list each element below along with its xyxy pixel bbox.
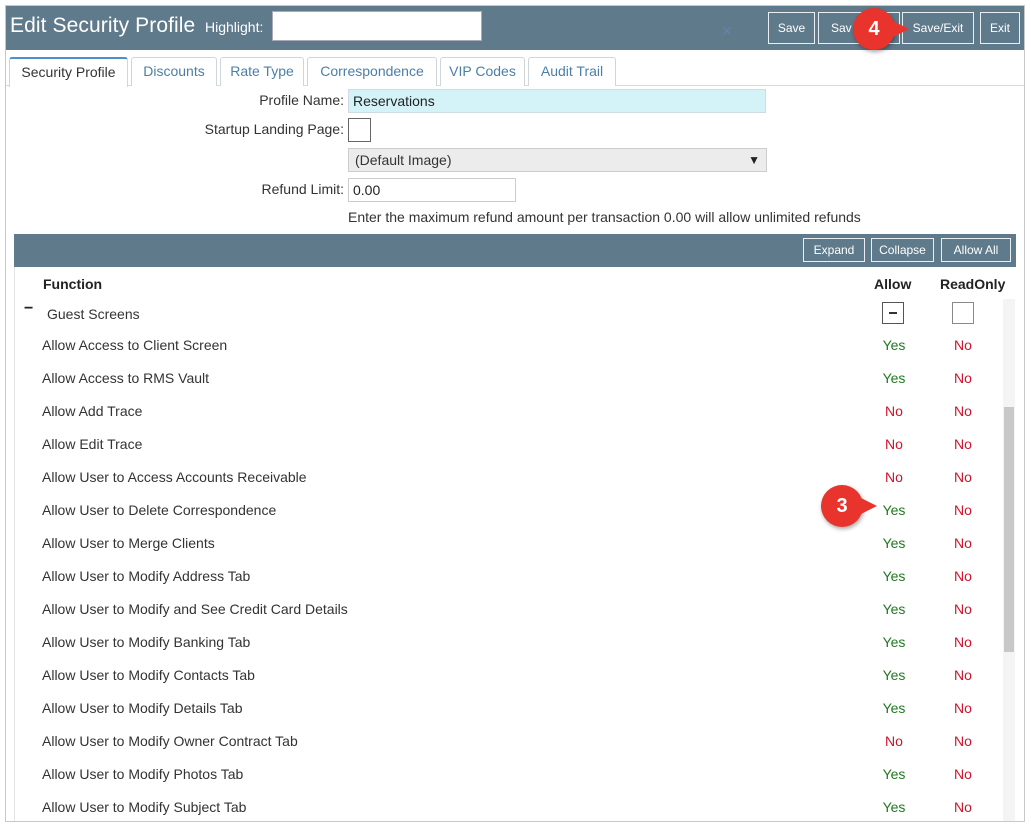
table-row: Allow User to Modify Subject Tab Yes No bbox=[15, 791, 1000, 821]
exit-button[interactable]: Exit bbox=[980, 12, 1020, 44]
function-name: Allow User to Modify Banking Tab bbox=[42, 634, 251, 650]
allow-toggle[interactable]: Yes bbox=[875, 370, 913, 386]
readonly-toggle[interactable]: No bbox=[944, 535, 982, 551]
function-name: Allow Edit Trace bbox=[42, 436, 143, 452]
table-row: Allow Access to RMS Vault Yes No bbox=[15, 362, 1000, 395]
allow-toggle[interactable]: No bbox=[875, 469, 913, 485]
allow-toggle[interactable]: Yes bbox=[875, 667, 913, 683]
table-row: Allow User to Modify Contacts Tab Yes No bbox=[15, 659, 1000, 692]
collapse-group-icon[interactable]: − bbox=[24, 301, 36, 317]
allow-toggle[interactable]: Yes bbox=[875, 766, 913, 782]
readonly-toggle[interactable]: No bbox=[944, 436, 982, 452]
function-name: Allow User to Modify Owner Contract Tab bbox=[42, 733, 298, 749]
highlight-input[interactable]: × bbox=[272, 11, 732, 41]
readonly-toggle[interactable]: No bbox=[944, 667, 982, 683]
expand-button[interactable]: Expand bbox=[803, 238, 865, 262]
edit-security-profile-window: Edit Security Profile Highlight: × Save … bbox=[5, 5, 1025, 822]
allow-toggle[interactable]: Yes bbox=[875, 568, 913, 584]
function-name: Allow User to Modify and See Credit Card… bbox=[42, 601, 348, 617]
function-name: Allow User to Modify Subject Tab bbox=[42, 799, 247, 815]
tab-strip: Security Profile Discounts Rate Type Cor… bbox=[6, 50, 1024, 87]
allow-toggle[interactable]: Yes bbox=[875, 634, 913, 650]
highlight-label: Highlight: bbox=[205, 19, 264, 35]
readonly-toggle[interactable]: No bbox=[944, 601, 982, 617]
readonly-toggle[interactable]: No bbox=[944, 403, 982, 419]
annotation-badge-3: 3 bbox=[821, 485, 877, 527]
table-row: Allow User to Modify Banking Tab Yes No bbox=[15, 626, 1000, 659]
group-readonly-checkbox[interactable] bbox=[952, 302, 974, 324]
table-row: Allow User to Modify Details Tab Yes No bbox=[15, 692, 1000, 725]
allow-toggle[interactable]: Yes bbox=[875, 700, 913, 716]
startup-landing-page-label: Startup Landing Page: bbox=[204, 121, 344, 137]
landing-page-image-value: (Default Image) bbox=[355, 152, 452, 168]
tab-correspondence[interactable]: Correspondence bbox=[307, 57, 437, 86]
table-row: Allow User to Modify Owner Contract Tab N… bbox=[15, 725, 1000, 758]
allow-toggle[interactable]: No bbox=[875, 436, 913, 452]
function-name: Allow User to Delete Correspondence bbox=[42, 502, 277, 518]
allow-toggle[interactable]: No bbox=[875, 733, 913, 749]
allow-toggle[interactable]: Yes bbox=[875, 337, 913, 353]
readonly-toggle[interactable]: No bbox=[944, 700, 982, 716]
collapse-button[interactable]: Collapse bbox=[871, 238, 934, 262]
refund-limit-label: Refund Limit: bbox=[261, 181, 344, 197]
function-name: Allow User to Modify Photos Tab bbox=[42, 766, 244, 782]
tab-vip-codes[interactable]: VIP Codes bbox=[440, 57, 525, 86]
table-row: Allow Access to Client Screen Yes No bbox=[15, 329, 1000, 362]
table-row: Allow User to Modify Address Tab Yes No bbox=[15, 560, 1000, 593]
function-name: Allow Add Trace bbox=[42, 403, 143, 419]
readonly-toggle[interactable]: No bbox=[944, 502, 982, 518]
readonly-toggle[interactable]: No bbox=[944, 634, 982, 650]
readonly-toggle[interactable]: No bbox=[944, 766, 982, 782]
readonly-toggle[interactable]: No bbox=[944, 469, 982, 485]
grid-scrollbar-thumb[interactable] bbox=[1004, 407, 1014, 652]
allow-toggle[interactable]: Yes bbox=[875, 601, 913, 617]
table-row: Allow Edit Trace No No bbox=[15, 428, 1000, 461]
table-row: Allow User to Modify Photos Tab Yes No bbox=[15, 758, 1000, 791]
permissions-grid: Function Allow ReadOnly − Guest Screens … bbox=[14, 267, 1016, 821]
save-exit-button[interactable]: Save/Exit bbox=[902, 12, 974, 44]
tab-security-profile[interactable]: Security Profile bbox=[9, 57, 128, 87]
tab-audit-trail[interactable]: Audit Trail bbox=[528, 57, 616, 86]
readonly-toggle[interactable]: No bbox=[944, 733, 982, 749]
profile-name-input[interactable]: Reservations bbox=[348, 89, 766, 113]
page-title: Edit Security Profile bbox=[10, 14, 196, 37]
clear-icon[interactable]: × bbox=[719, 22, 735, 40]
column-header-readonly: ReadOnly bbox=[940, 276, 1006, 292]
table-row: Allow Add Trace No No bbox=[15, 395, 1000, 428]
function-name: Allow User to Modify Address Tab bbox=[42, 568, 251, 584]
readonly-toggle[interactable]: No bbox=[944, 370, 982, 386]
table-row: Allow User to Merge Clients Yes No bbox=[15, 527, 1000, 560]
landing-page-image-box[interactable] bbox=[348, 118, 371, 142]
profile-name-label: Profile Name: bbox=[259, 92, 344, 108]
group-allow-checkbox[interactable] bbox=[882, 302, 904, 324]
allow-toggle[interactable]: Yes bbox=[875, 799, 913, 815]
function-name: Allow Access to RMS Vault bbox=[42, 370, 210, 386]
chevron-down-icon: ▼ bbox=[748, 153, 760, 167]
table-row: Allow User to Modify and See Credit Card… bbox=[15, 593, 1000, 626]
column-header-function: Function bbox=[43, 276, 103, 292]
allow-toggle[interactable]: No bbox=[875, 403, 913, 419]
save-button[interactable]: Save bbox=[768, 12, 815, 44]
function-name: Allow User to Access Accounts Receivable bbox=[42, 469, 307, 485]
readonly-toggle[interactable]: No bbox=[944, 568, 982, 584]
allow-all-button[interactable]: Allow All bbox=[941, 238, 1011, 262]
tab-rate-type[interactable]: Rate Type bbox=[220, 57, 304, 86]
allow-toggle[interactable]: Yes bbox=[875, 535, 913, 551]
annotation-badge-4: 4 bbox=[853, 8, 909, 50]
function-name: Allow User to Modify Details Tab bbox=[42, 700, 243, 716]
function-name: Allow Access to Client Screen bbox=[42, 337, 228, 353]
readonly-toggle[interactable]: No bbox=[944, 799, 982, 815]
refund-limit-input[interactable]: 0.00 bbox=[348, 178, 516, 202]
readonly-toggle[interactable]: No bbox=[944, 337, 982, 353]
tab-discounts[interactable]: Discounts bbox=[131, 57, 217, 86]
refund-limit-hint: Enter the maximum refund amount per tran… bbox=[348, 209, 861, 225]
landing-page-image-select[interactable]: (Default Image) ▼ bbox=[348, 148, 767, 172]
group-label-guest-screens: Guest Screens bbox=[47, 306, 140, 322]
grid-toolbar: Expand Collapse Allow All bbox=[14, 234, 1016, 267]
column-header-allow: Allow bbox=[874, 276, 912, 292]
function-name: Allow User to Merge Clients bbox=[42, 535, 215, 551]
function-name: Allow User to Modify Contacts Tab bbox=[42, 667, 255, 683]
allow-toggle[interactable]: Yes bbox=[875, 502, 913, 518]
